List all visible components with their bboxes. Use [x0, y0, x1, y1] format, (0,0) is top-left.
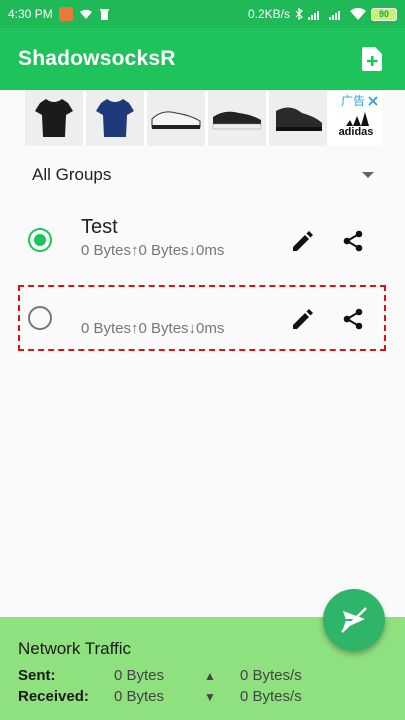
profile-name: Test: [81, 216, 118, 238]
group-selector-value: All Groups: [32, 165, 112, 184]
ad-product-shoe-black-white[interactable]: [208, 90, 266, 146]
sent-rate: 0 Bytes/s: [240, 667, 302, 684]
bluetooth-icon: [295, 8, 303, 20]
app-notification-icon: [58, 7, 73, 21]
ad-label[interactable]: 广告: [341, 92, 378, 109]
sent-label: Sent:: [18, 667, 56, 684]
file-add-icon: [362, 47, 382, 71]
share-profile-button[interactable]: [340, 306, 366, 332]
app-title: ShadowsocksR: [18, 47, 176, 70]
profile-item-unnamed[interactable]: 0 Bytes↑0 Bytes↓0ms: [18, 286, 386, 350]
upload-arrow-icon: ▲: [204, 668, 216, 683]
profile-stats: 0 Bytes↑0 Bytes↓0ms: [81, 242, 225, 259]
battery-icon: 90: [371, 7, 397, 21]
ad-product-shoe-white[interactable]: [147, 90, 205, 146]
group-selector[interactable]: All Groups: [32, 160, 374, 190]
received-total: 0 Bytes: [114, 688, 165, 705]
pencil-icon: [293, 231, 313, 251]
ad-product-tshirt-black[interactable]: [25, 90, 83, 146]
adidas-logo-icon: [346, 112, 369, 126]
share-icon: [343, 230, 363, 252]
ad-brand-name: adidas: [338, 126, 374, 138]
network-speed: 0.2KB/s: [247, 7, 290, 21]
ad-product-shoe-black[interactable]: [269, 90, 327, 146]
profile-radio-unselected[interactable]: [28, 306, 52, 330]
received-label: Received:: [18, 688, 89, 705]
wifi-icon: [350, 8, 366, 20]
share-profile-button[interactable]: [340, 228, 366, 254]
traffic-received-row: Received: 0 Bytes ▼ 0 Bytes/s: [18, 686, 387, 707]
received-rate: 0 Bytes/s: [240, 688, 302, 705]
ad-brand[interactable]: 广告 adidas: [330, 90, 382, 146]
signal-icon-2: [329, 9, 345, 20]
share-icon: [343, 308, 363, 330]
close-ad-icon[interactable]: [368, 95, 378, 106]
dropdown-caret-icon: [362, 172, 374, 178]
app-bar: ShadowsocksR: [0, 28, 405, 90]
ad-label-text: 广告: [340, 94, 365, 108]
profile-radio-selected[interactable]: [28, 228, 52, 252]
signal-icon: [308, 9, 324, 20]
ad-banner[interactable]: 广告 adidas: [25, 90, 382, 146]
status-bar: 4:30 PM 0.2KB/s 90: [0, 0, 405, 28]
ad-product-tshirt-blue[interactable]: [86, 90, 144, 146]
status-time: 4:30 PM: [8, 7, 53, 21]
connect-fab-button[interactable]: [323, 589, 385, 651]
profile-item-test[interactable]: Test 0 Bytes↑0 Bytes↓0ms: [18, 208, 386, 272]
traffic-sent-row: Sent: 0 Bytes ▲ 0 Bytes/s: [18, 665, 387, 686]
trash-notification-icon: [99, 8, 110, 20]
pencil-icon: [293, 309, 313, 329]
add-profile-button[interactable]: [357, 44, 387, 74]
sent-total: 0 Bytes: [114, 667, 165, 684]
edit-profile-button[interactable]: [290, 306, 316, 332]
wifi-notification-icon: [79, 8, 93, 20]
download-arrow-icon: ▼: [204, 689, 216, 704]
paper-plane-off-icon: [341, 607, 367, 633]
profile-stats: 0 Bytes↑0 Bytes↓0ms: [81, 320, 225, 337]
edit-profile-button[interactable]: [290, 228, 316, 254]
